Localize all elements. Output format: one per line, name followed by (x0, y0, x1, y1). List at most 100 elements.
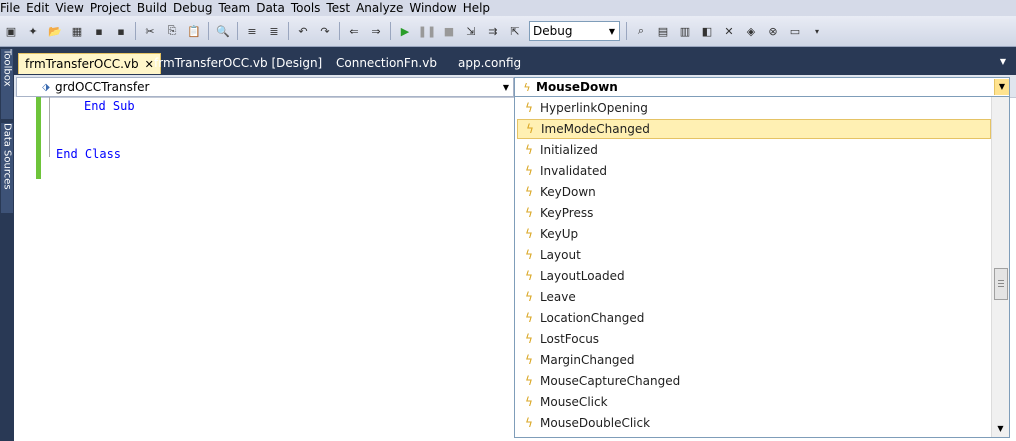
chevron-down-icon[interactable]: ▼ (605, 22, 619, 40)
menu-item-view[interactable]: View (55, 0, 89, 16)
event-list-item[interactable]: ϟ LayoutLoaded (517, 266, 989, 286)
menu-item-file[interactable]: File (0, 0, 26, 16)
redo-icon[interactable]: ↷ (317, 23, 333, 39)
event-list-item-label: Invalidated (540, 164, 607, 178)
step-out-icon[interactable]: ⇱ (507, 23, 523, 39)
chevron-down-icon[interactable]: ▼ (994, 79, 1009, 95)
event-icon: ϟ (523, 80, 531, 94)
error-list-icon[interactable]: ⊗ (765, 23, 781, 39)
event-list-item-label: LayoutLoaded (540, 269, 625, 283)
event-list-item[interactable]: ϟ KeyPress (517, 203, 989, 223)
code-line-end-sub[interactable]: End Sub (84, 99, 135, 113)
tab-app-config[interactable]: app.config (452, 53, 527, 73)
menu-item-data[interactable]: Data (256, 0, 291, 16)
pause-icon[interactable]: ❚❚ (418, 23, 436, 39)
toolbar-separator (626, 22, 627, 40)
event-icon: ϟ (525, 416, 533, 430)
class-name-combo[interactable]: ⬗ grdOCCTransfer ▼ (16, 77, 514, 97)
menu-item-project[interactable]: Project (90, 0, 137, 16)
solution-configuration-select[interactable]: Debug ▼ (529, 21, 620, 41)
object-browser-icon[interactable]: ◧ (699, 23, 715, 39)
event-list-item[interactable]: ϟ MarginChanged (517, 350, 989, 370)
menu-item-window[interactable]: Window (409, 0, 462, 16)
paste-icon[interactable]: 📋 (186, 23, 202, 39)
tab-label: frmTransferOCC.vb (25, 57, 139, 71)
uncomment-icon[interactable]: ≣ (266, 23, 282, 39)
event-icon: ϟ (525, 290, 533, 304)
navigate-backward-icon[interactable]: ⇐ (346, 23, 362, 39)
solution-explorer-icon[interactable]: ▤ (655, 23, 671, 39)
toolbar-separator (208, 22, 209, 40)
tab-label: frmTransferOCC.vb [Design] (154, 56, 323, 70)
event-list-item-label: MouseClick (540, 395, 608, 409)
data-sources-tab[interactable]: Data Sources (1, 123, 13, 213)
event-list-item[interactable]: ϟ MouseCaptureChanged (517, 371, 989, 391)
code-line-end-class[interactable]: End Class (56, 147, 121, 161)
menu-item-debug[interactable]: Debug (173, 0, 218, 16)
event-icon: ϟ (525, 143, 533, 157)
undo-icon[interactable]: ↶ (295, 23, 311, 39)
step-into-icon[interactable]: ⇲ (463, 23, 479, 39)
toolbox-icon[interactable]: ✕ (721, 23, 737, 39)
event-list-item[interactable]: ϟ ImeModeChanged (517, 119, 991, 139)
solution-configuration-value: Debug (533, 24, 573, 38)
event-icon: ϟ (525, 353, 533, 367)
menu-item-team[interactable]: Team (218, 0, 256, 16)
class-view-icon[interactable]: ◈ (743, 23, 759, 39)
navigate-forward-icon[interactable]: ⇒ (368, 23, 384, 39)
event-list-item[interactable]: ϟ HyperlinkOpening (517, 98, 989, 118)
output-window-icon[interactable]: ▭ (787, 23, 803, 39)
event-icon: ϟ (525, 248, 533, 262)
new-project-icon[interactable]: ▣ (3, 23, 19, 39)
data-sources-tab-label: Data Sources (1, 123, 13, 190)
event-list-item[interactable]: ϟ Invalidated (517, 161, 989, 181)
event-list-item[interactable]: ϟ LostFocus (517, 329, 989, 349)
event-list-item[interactable]: ϟ MouseDoubleClick (517, 413, 989, 433)
event-list-item[interactable]: ϟ KeyUp (517, 224, 989, 244)
menu-item-build[interactable]: Build (137, 0, 173, 16)
scroll-down-icon[interactable]: ▼ (992, 421, 1009, 437)
toolbox-tab[interactable]: Toolbox (1, 49, 13, 119)
event-list-item[interactable]: ϟ Leave (517, 287, 989, 307)
save-icon[interactable]: ▪ (91, 23, 107, 39)
start-debugging-icon[interactable]: ▶ (397, 23, 413, 39)
event-icon: ϟ (525, 227, 533, 241)
event-list-item[interactable]: ϟ Layout (517, 245, 989, 265)
event-list-item[interactable]: ϟ MouseClick (517, 392, 989, 412)
add-item-icon[interactable]: ✦ (25, 23, 41, 39)
menu-item-analyze[interactable]: Analyze (356, 0, 409, 16)
find-icon[interactable]: 🔍 (215, 23, 231, 39)
side-tool-strip: Toolbox Data Sources (0, 47, 14, 441)
menu-item-help[interactable]: Help (463, 0, 496, 16)
menu-item-test[interactable]: Test (326, 0, 356, 16)
tab-frmtransferocc-design[interactable]: frmTransferOCC.vb [Design] (148, 53, 328, 73)
properties-icon[interactable]: ▥ (677, 23, 693, 39)
event-dropdown-list[interactable]: ϟ HyperlinkOpening ϟ ImeModeChanged ϟ Initial… (514, 96, 1010, 438)
vertical-scrollbar[interactable]: ▼ (991, 97, 1009, 437)
toolbar-options-icon[interactable]: ▾ (809, 23, 825, 39)
chevron-down-icon[interactable]: ▼ (499, 83, 513, 92)
add-new-item-icon[interactable]: ▦ (69, 23, 85, 39)
find-in-files-icon[interactable]: ⌕ (633, 23, 649, 39)
comment-icon[interactable]: ≡ (244, 23, 260, 39)
tab-connectionfn-vb[interactable]: ConnectionFn.vb (330, 53, 443, 73)
stop-icon[interactable]: ■ (441, 23, 457, 39)
menu-item-edit[interactable]: Edit (26, 0, 55, 16)
event-list-item[interactable]: ϟ Initialized (517, 140, 989, 160)
open-file-icon[interactable]: 📂 (47, 23, 63, 39)
document-tab-strip: frmTransferOCC.vb ✕ frmTransferOCC.vb [D… (14, 47, 1016, 75)
cut-icon[interactable]: ✂ (142, 23, 158, 39)
toolbar-separator (237, 22, 238, 40)
copy-icon[interactable]: ⎘ (164, 23, 180, 39)
step-over-icon[interactable]: ⇉ (485, 23, 501, 39)
menu-item-tools[interactable]: Tools (291, 0, 327, 16)
event-list-item[interactable]: ϟ KeyDown (517, 182, 989, 202)
navigation-bar: ⬗ grdOCCTransfer ▼ ϟ MouseDown ▼ (14, 75, 1016, 98)
chevron-down-icon[interactable]: ▼ (1000, 57, 1006, 66)
method-name-combo[interactable]: ϟ MouseDown ▼ (514, 77, 1010, 97)
tab-frmtransferocc-vb[interactable]: frmTransferOCC.vb ✕ (18, 53, 161, 74)
event-list-item[interactable]: ϟ LocationChanged (517, 308, 989, 328)
save-all-icon[interactable]: ▪ (113, 23, 129, 39)
scrollbar-thumb[interactable] (994, 268, 1008, 300)
event-icon: ϟ (526, 122, 534, 136)
